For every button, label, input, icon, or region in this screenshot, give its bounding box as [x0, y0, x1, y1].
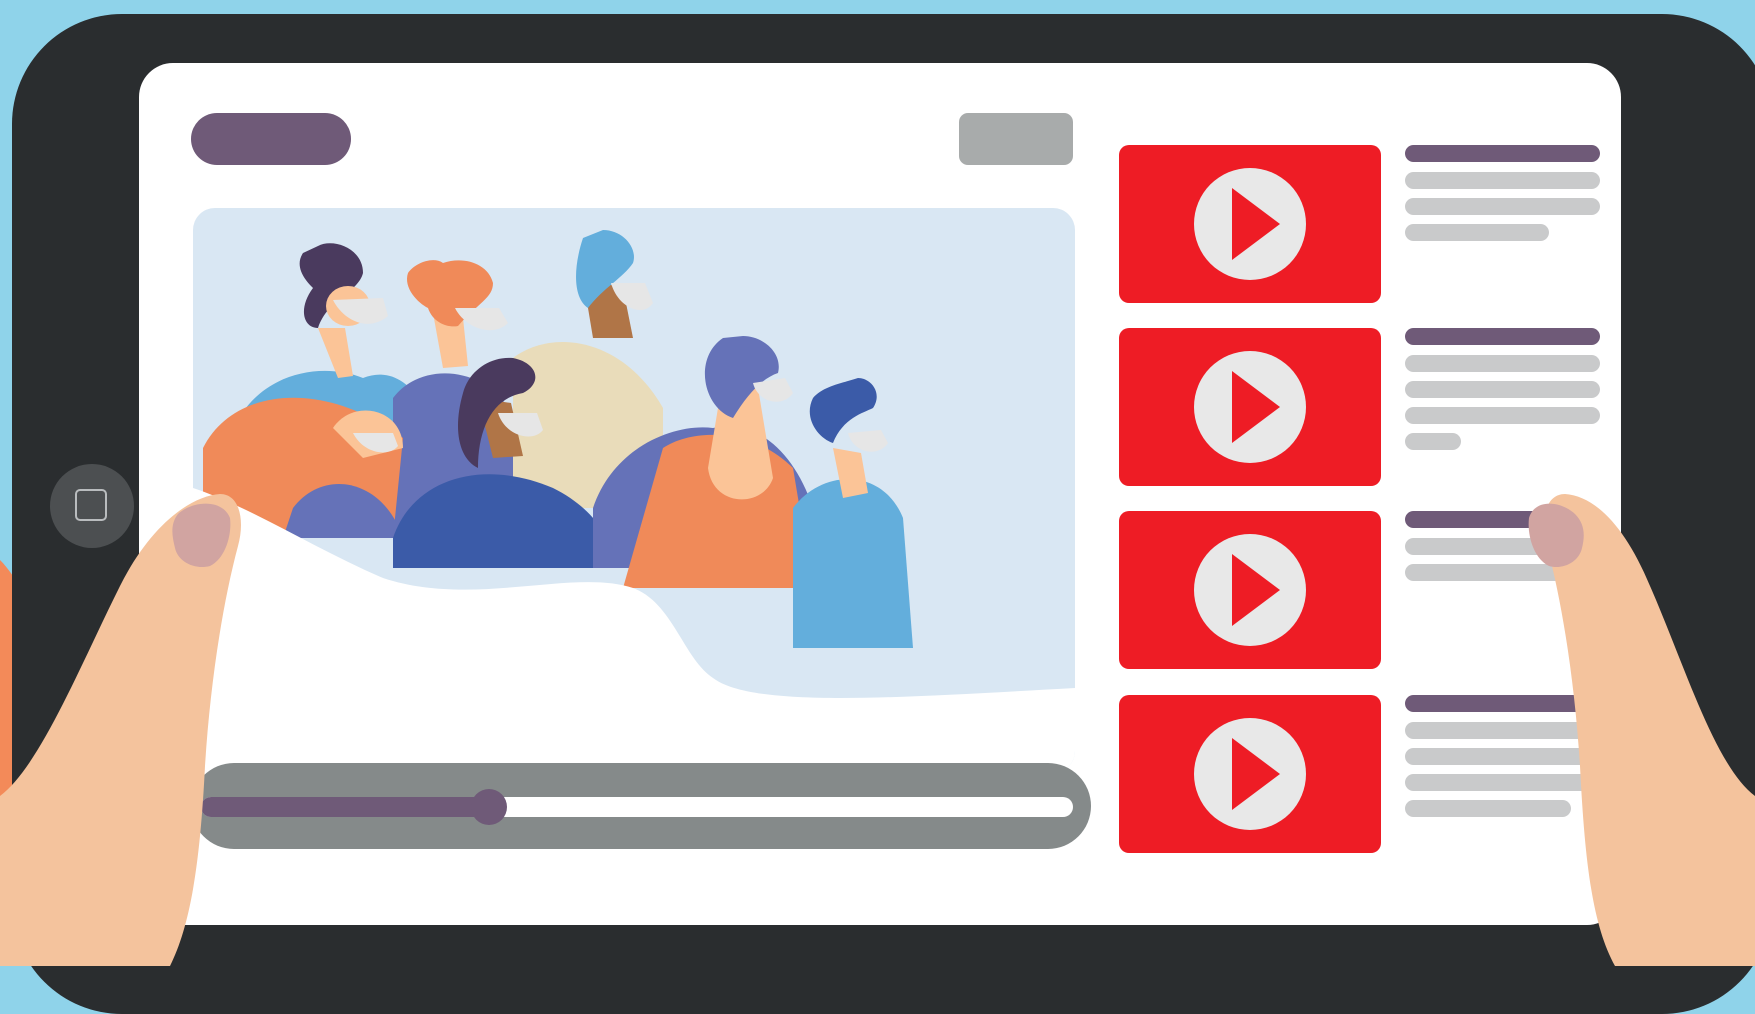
video-thumbnail-3[interactable]	[1119, 511, 1381, 669]
description-line	[1405, 224, 1549, 241]
subscribe-button[interactable]	[959, 113, 1073, 165]
progress-knob[interactable]	[470, 789, 507, 825]
people-illustration	[193, 230, 1075, 773]
right-hand	[1528, 494, 1755, 966]
play-icon[interactable]	[1194, 534, 1306, 646]
description-line	[1405, 198, 1600, 215]
play-icon[interactable]	[1194, 351, 1306, 463]
progress-track-inner	[201, 789, 1073, 825]
play-icon[interactable]	[1194, 168, 1306, 280]
video-thumbnail-4[interactable]	[1119, 695, 1381, 853]
progress-bar[interactable]	[191, 763, 1091, 849]
video-thumbnail-2[interactable]	[1119, 328, 1381, 486]
description-line	[1405, 172, 1600, 189]
description-line	[1405, 381, 1600, 398]
description-line	[1405, 433, 1461, 450]
left-hand	[0, 494, 241, 966]
video-title-line	[1405, 328, 1600, 345]
description-line	[1405, 355, 1600, 372]
video-player[interactable]	[193, 208, 1075, 773]
video-thumbnail-1[interactable]	[1119, 145, 1381, 303]
description-line	[1405, 407, 1600, 424]
play-icon[interactable]	[1194, 718, 1306, 830]
video-title-placeholder	[191, 113, 351, 165]
tablet-screen	[139, 63, 1621, 925]
video-title-line	[1405, 145, 1600, 162]
